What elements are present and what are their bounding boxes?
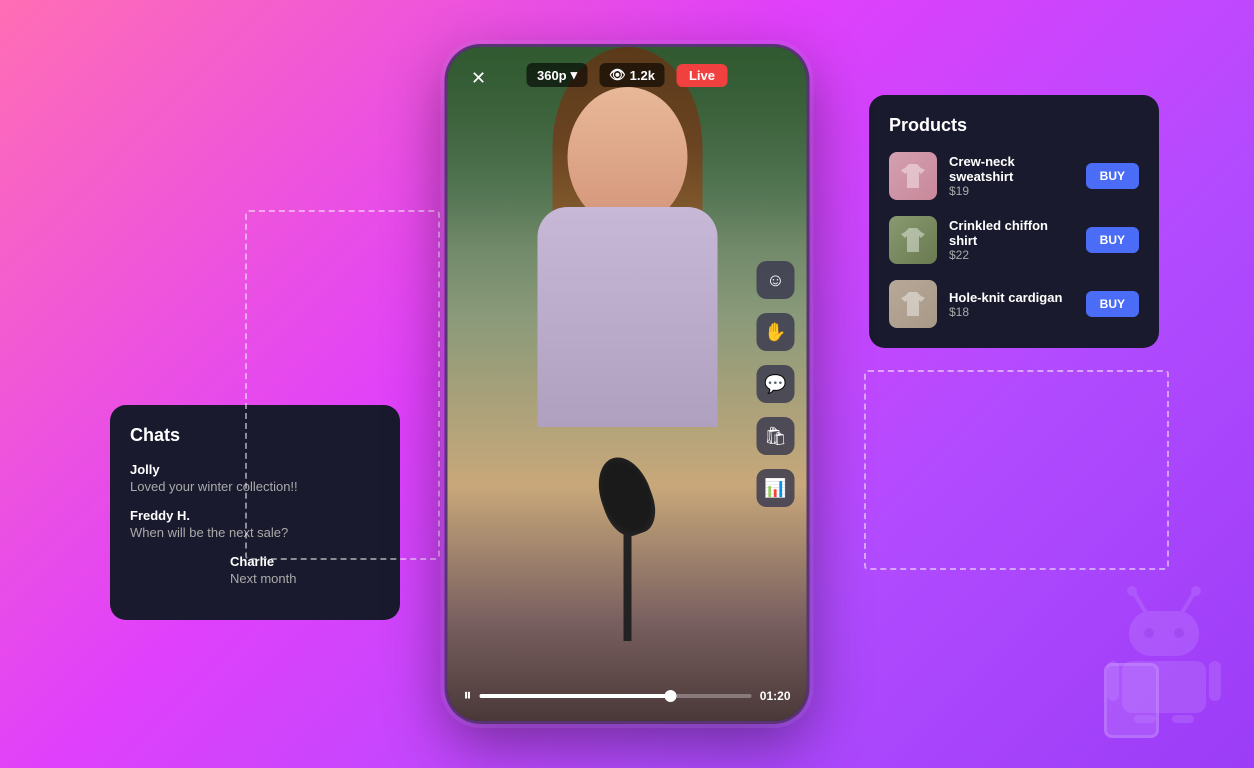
buy-button-1[interactable]: BUY — [1086, 227, 1139, 253]
products-dashed-region — [864, 370, 1169, 570]
person-torso — [537, 207, 717, 427]
hand-icon: ✋ — [764, 322, 786, 343]
product-item-0: Crew-neck sweatshirt $19 BUY — [889, 152, 1139, 200]
pause-icon: ⏸ — [464, 687, 472, 704]
quality-label: 360p — [537, 68, 567, 83]
bar-chart-icon: 📊 — [764, 478, 786, 499]
emoji-button[interactable]: ☺ — [757, 261, 795, 299]
chat-message-jolly: Jolly Loved your winter collection!! — [130, 462, 380, 494]
chat-name-freddy: Freddy H. — [130, 508, 380, 523]
viewers-badge: 👁 1.2k — [599, 63, 665, 87]
pause-button[interactable]: ⏸ — [464, 687, 472, 705]
person-face — [567, 87, 687, 227]
hand-button[interactable]: ✋ — [757, 313, 795, 351]
product-image-2 — [889, 280, 937, 328]
chat-text-charlie: Next month — [230, 571, 380, 586]
chat-button[interactable]: 💬 — [757, 365, 795, 403]
product-item-2: Hole-knit cardigan $18 BUY — [889, 280, 1139, 328]
microphone-stand — [623, 521, 631, 641]
phone-decoration — [1104, 663, 1159, 738]
eye-icon: 👁 — [609, 67, 626, 83]
video-controls-top: ✕ 360p ▾ 👁 1.2k Live — [448, 63, 807, 87]
chat-bubble-icon: 💬 — [764, 374, 786, 395]
microphone-head — [588, 450, 662, 542]
progress-bar[interactable] — [480, 694, 752, 698]
products-panel: Products Crew-neck sweatshirt $19 BUY Cr… — [869, 95, 1159, 348]
chat-text-jolly: Loved your winter collection!! — [130, 479, 380, 494]
smile-icon: ☺ — [766, 270, 784, 291]
time-display: 01:20 — [760, 689, 791, 703]
chat-message-charlie: Charlie Next month — [230, 554, 380, 586]
bag-button[interactable]: 🛍 — [757, 417, 795, 455]
viewers-count: 1.2k — [630, 68, 655, 83]
chat-text-freddy: When will be the next sale? — [130, 525, 380, 540]
progress-indicator — [664, 690, 676, 702]
video-controls-bottom: ⏸ 01:20 — [464, 687, 791, 705]
product-info-0: Crew-neck sweatshirt $19 — [949, 154, 1074, 198]
product-info-2: Hole-knit cardigan $18 — [949, 290, 1074, 319]
chat-name-charlie: Charlie — [230, 554, 380, 569]
live-badge: Live — [677, 64, 727, 87]
chat-name-jolly: Jolly — [130, 462, 380, 477]
person-overlay — [448, 47, 807, 721]
buy-button-0[interactable]: BUY — [1086, 163, 1139, 189]
chat-title: Chats — [130, 425, 380, 446]
stats-button[interactable]: 📊 — [757, 469, 795, 507]
product-info-1: Crinkled chiffon shirt $22 — [949, 218, 1074, 262]
phone-frame: ✕ 360p ▾ 👁 1.2k Live ☺ ✋ 💬 🛍 — [445, 44, 810, 724]
dropdown-arrow-icon: ▾ — [571, 67, 578, 83]
products-title: Products — [889, 115, 1139, 136]
bag-icon: 🛍 — [764, 426, 787, 447]
right-icon-bar: ☺ ✋ 💬 🛍 📊 — [757, 261, 795, 507]
product-item-1: Crinkled chiffon shirt $22 BUY — [889, 216, 1139, 264]
chat-message-freddy: Freddy H. When will be the next sale? — [130, 508, 380, 540]
buy-button-2[interactable]: BUY — [1086, 291, 1139, 317]
quality-badge[interactable]: 360p ▾ — [527, 63, 587, 87]
product-price-1: $22 — [949, 248, 1074, 262]
product-price-0: $19 — [949, 184, 1074, 198]
close-button[interactable]: ✕ — [464, 63, 494, 93]
product-name-2: Hole-knit cardigan — [949, 290, 1074, 305]
chat-panel: Chats Jolly Loved your winter collection… — [110, 405, 400, 620]
product-name-1: Crinkled chiffon shirt — [949, 218, 1074, 248]
phone-container: ✕ 360p ▾ 👁 1.2k Live ☺ ✋ 💬 🛍 — [445, 44, 810, 724]
product-image-1 — [889, 216, 937, 264]
progress-fill — [480, 694, 671, 698]
product-price-2: $18 — [949, 305, 1074, 319]
product-image-0 — [889, 152, 937, 200]
product-name-0: Crew-neck sweatshirt — [949, 154, 1074, 184]
